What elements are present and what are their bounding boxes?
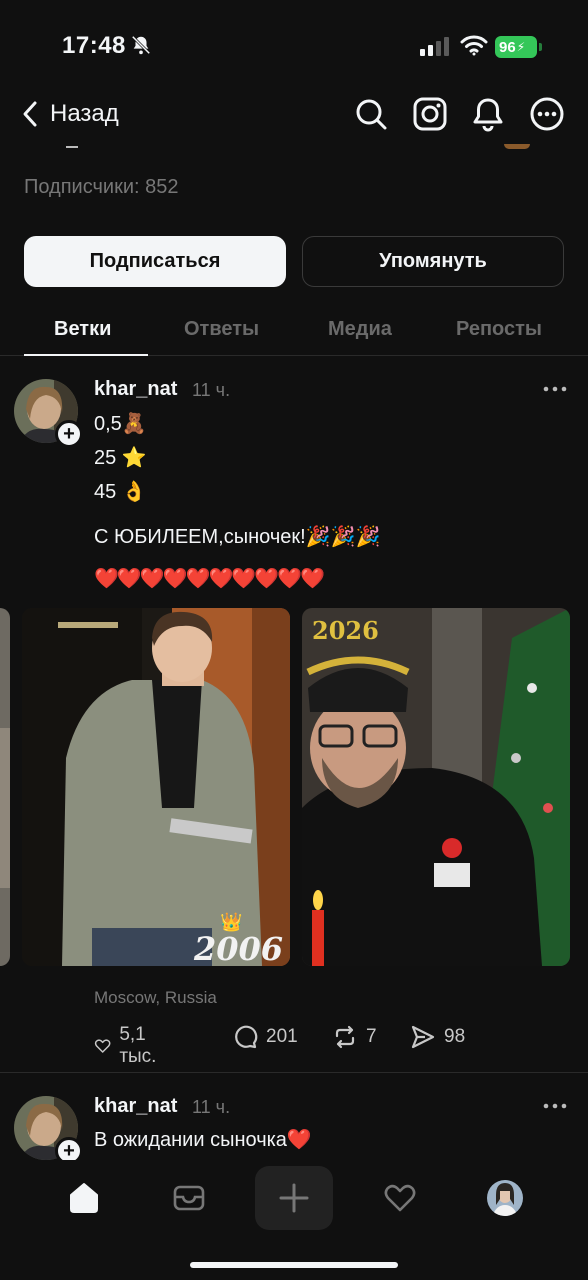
scrolled-avatar-edge bbox=[504, 144, 530, 149]
plus-icon bbox=[279, 1183, 309, 1213]
bottom-nav bbox=[0, 1160, 588, 1280]
repost-icon bbox=[335, 1025, 355, 1049]
active-tab-indicator bbox=[24, 354, 148, 356]
inbox-icon bbox=[173, 1185, 205, 1211]
post-username[interactable]: khar_nat bbox=[94, 1095, 177, 1118]
repost-button[interactable]: 7 bbox=[332, 1024, 377, 1050]
tab-replies[interactable]: Ответы bbox=[184, 318, 259, 341]
post-text-line: В ожидании сыночка❤️ bbox=[94, 1129, 312, 1151]
like-button[interactable]: 5,1 тыс. bbox=[94, 1024, 165, 1068]
nav-messages[interactable] bbox=[159, 1172, 219, 1224]
tab-media[interactable]: Медиа bbox=[328, 318, 392, 341]
share-button[interactable]: 98 bbox=[410, 1024, 465, 1050]
bell-off-icon bbox=[131, 35, 151, 55]
post-text-line: 45 👌 bbox=[94, 481, 147, 503]
more-options-button[interactable] bbox=[529, 96, 565, 132]
carousel-photo[interactable]: 👑 2006 bbox=[22, 608, 290, 966]
back-button[interactable]: Назад bbox=[22, 100, 119, 128]
post-more-icon[interactable] bbox=[543, 1103, 567, 1109]
post-text-line: 0,5🧸 bbox=[94, 413, 147, 435]
follow-plus-badge[interactable]: + bbox=[55, 420, 83, 448]
instagram-icon bbox=[413, 97, 447, 131]
wifi-icon bbox=[460, 35, 488, 56]
nav-profile[interactable] bbox=[475, 1172, 535, 1224]
photo-image-2026 bbox=[302, 608, 570, 966]
post-location[interactable]: Moscow, Russia bbox=[94, 988, 217, 1008]
comment-count: 201 bbox=[266, 1026, 298, 1047]
heart-icon bbox=[384, 1184, 416, 1212]
follow-button[interactable]: Подписаться bbox=[24, 236, 286, 287]
instagram-button[interactable] bbox=[412, 96, 448, 132]
profile-tabs: Ветки Ответы Медиа Репосты bbox=[0, 312, 588, 356]
carousel-photo[interactable]: 2026 bbox=[302, 608, 570, 966]
photo-image-2006 bbox=[22, 608, 290, 966]
top-header: Назад bbox=[0, 90, 588, 144]
post-username[interactable]: khar_nat bbox=[94, 378, 177, 401]
tab-threads[interactable]: Ветки bbox=[54, 318, 111, 341]
home-icon bbox=[70, 1183, 98, 1213]
notifications-button[interactable] bbox=[470, 96, 506, 132]
mention-button[interactable]: Упомянуть bbox=[302, 236, 564, 287]
comment-button[interactable]: 201 bbox=[232, 1024, 298, 1050]
like-count: 5,1 тыс. bbox=[119, 1024, 157, 1067]
status-bar: 17:48 96 ⚡ bbox=[0, 0, 588, 90]
post-more-icon[interactable] bbox=[543, 386, 567, 392]
post-text-line: С ЮБИЛЕЕМ,сыночек!🎉🎉🎉 bbox=[94, 526, 381, 548]
post-time: 11 ч. bbox=[192, 1097, 231, 1117]
heart-icon bbox=[94, 1039, 111, 1053]
home-indicator bbox=[190, 1262, 398, 1268]
chevron-left-icon bbox=[23, 101, 37, 127]
battery-level: 96 bbox=[499, 38, 516, 56]
photo-caption: 2026 bbox=[312, 616, 379, 645]
send-icon bbox=[411, 1025, 435, 1049]
status-time: 17:48 bbox=[62, 32, 126, 59]
repost-count: 7 bbox=[366, 1026, 377, 1047]
photo-caption: 2006 bbox=[194, 930, 284, 966]
more-circle-icon bbox=[530, 97, 564, 131]
nav-activity[interactable] bbox=[370, 1172, 430, 1224]
back-label: Назад bbox=[50, 100, 119, 127]
cellular-signal-icon bbox=[420, 37, 449, 56]
profile-avatar-icon bbox=[487, 1180, 523, 1216]
tab-reposts[interactable]: Репосты bbox=[456, 318, 542, 341]
bell-icon bbox=[473, 98, 503, 132]
post-time: 11 ч. bbox=[192, 380, 231, 400]
post-divider bbox=[0, 1072, 588, 1073]
scrolled-content-edge bbox=[66, 146, 78, 148]
search-button[interactable] bbox=[353, 96, 389, 132]
search-icon bbox=[356, 99, 387, 130]
comment-icon bbox=[235, 1025, 258, 1049]
nav-create-button[interactable] bbox=[255, 1166, 333, 1230]
post-text-hearts: ❤️❤️❤️❤️❤️❤️❤️❤️❤️❤️ bbox=[94, 568, 325, 590]
nav-home[interactable] bbox=[54, 1172, 114, 1224]
battery-indicator: 96 ⚡ bbox=[495, 36, 537, 58]
followers-count[interactable]: Подписчики: 852 bbox=[24, 176, 179, 199]
photo-image bbox=[0, 608, 10, 966]
carousel-photo-previous[interactable] bbox=[0, 608, 10, 966]
battery-tip bbox=[539, 43, 542, 51]
post-text-line: 25 ⭐ bbox=[94, 447, 147, 469]
share-count: 98 bbox=[444, 1026, 466, 1047]
